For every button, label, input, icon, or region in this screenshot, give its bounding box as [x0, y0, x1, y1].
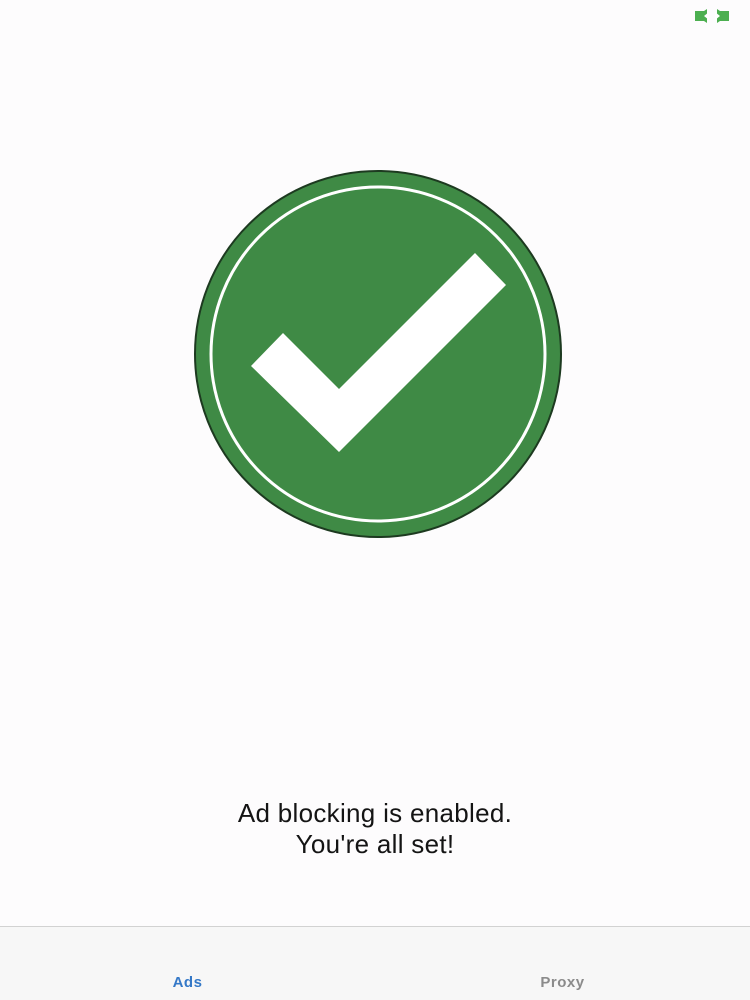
status-message-line-2: You're all set! [295, 829, 455, 859]
tab-bar: Ads Proxy [0, 926, 750, 1000]
status-message-line-1: Ad blocking is enabled. [237, 798, 513, 828]
status-message: Ad blocking is enabled. You're all set! [0, 798, 750, 860]
status-indicator-svg [695, 9, 729, 23]
tab-ads-label: Ads [172, 973, 203, 991]
success-checkmark [193, 169, 563, 539]
checkmark-circle-icon [194, 170, 562, 538]
tab-ads[interactable]: Ads [0, 966, 375, 998]
connection-status-icon [694, 8, 730, 24]
tab-proxy-label: Proxy [540, 973, 585, 991]
tab-proxy[interactable]: Proxy [375, 966, 750, 998]
